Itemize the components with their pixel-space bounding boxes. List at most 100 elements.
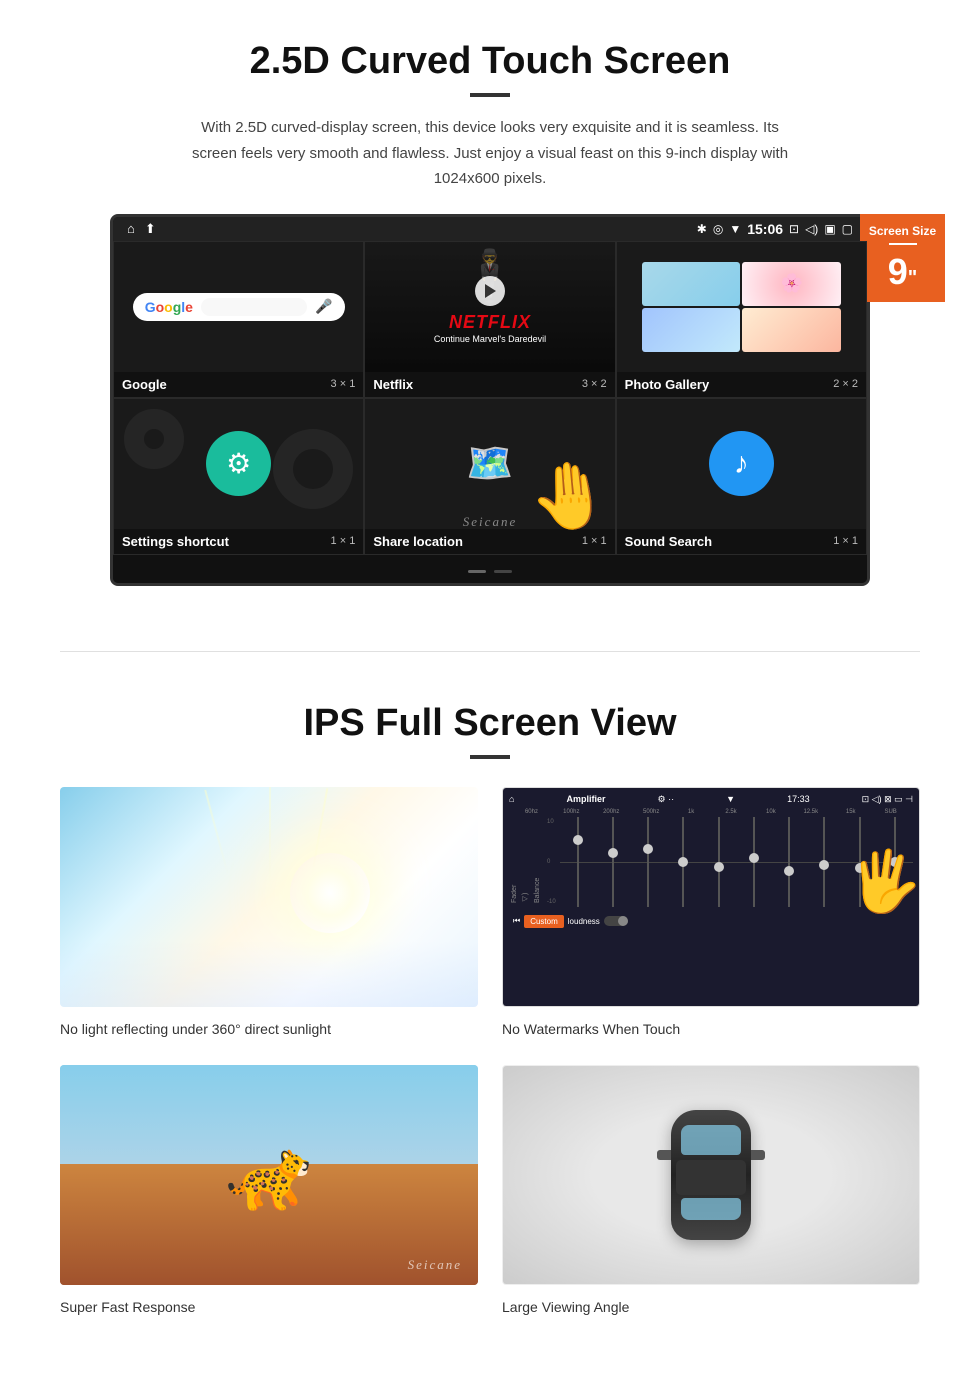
freq-500: 500hz [633,809,670,815]
freq-15k: 15k [832,809,869,815]
apps-grid-row1: Google 🎤 Google 3 × 1 [113,241,867,398]
photo-grid: 🌸 [642,262,841,352]
amplifier-image: ⌂ Amplifier ⚙ ·· ▼ 17:33 ⊡ ◁) ⊠ ▭ ⊣ 60hz… [502,787,920,1007]
title-divider-2 [470,755,510,759]
freq-1k: 1k [673,809,710,815]
title-divider [470,93,510,97]
eq-handle-4[interactable] [678,857,688,867]
photo-thumb-3 [642,308,741,352]
photo-thumb-2: 🌸 [742,262,841,306]
screen-size-value: 9" [868,252,937,292]
eq-handle-2[interactable] [608,848,618,858]
home-icon[interactable]: ⌂ [127,221,135,236]
amp-home-icon: ⌂ [509,794,514,804]
freq-10k: 10k [752,809,789,815]
amplifier-screen: ⌂ Amplifier ⚙ ·· ▼ 17:33 ⊡ ◁) ⊠ ▭ ⊣ 60hz… [503,788,919,1006]
device-screen: ⌂ ⬆ ✱ ◎ ▼ 15:06 ⊡ ◁) ▣ ▢ [110,214,870,586]
page-indicators [113,555,867,583]
eq-handle-6[interactable] [749,853,759,863]
sound-size: 1 × 1 [833,535,858,547]
amp-custom-button[interactable]: Custom [524,915,564,928]
netflix-bg: 🕴 NETFLIX Continue Marvel's Daredevil [365,242,614,372]
photos-size: 2 × 2 [833,378,858,390]
sound-label: Sound Search [625,534,712,549]
status-time: 15:06 [747,221,783,237]
app-cell-share[interactable]: 🗺️ 🤚 Share location 1 × 1 [364,398,615,555]
sound-app-label: Sound Search 1 × 1 [617,529,866,554]
google-search-bar-widget[interactable]: Google 🎤 [133,293,345,321]
light-ray-1 [204,789,229,875]
ips-screen-section: IPS Full Screen View No light reflecting… [0,682,980,1349]
feature-sunlight: No light reflecting under 360° direct su… [60,787,478,1041]
eq-bar-3 [632,817,664,907]
app-cell-photos[interactable]: 🌸 Photo Gallery 2 × 2 [616,241,867,398]
music-icon-wrap: ♪ [709,431,774,496]
usb-icon: ⬆ [145,221,156,237]
play-triangle-icon [485,284,496,298]
amp-scale: 10 0 -10 [543,817,560,907]
amp-labels: Balance ◁) Fader [509,817,543,907]
eq-handle-8[interactable] [819,860,829,870]
cheetah-watermark: Seicane [408,1257,462,1273]
app-cell-google[interactable]: Google 🎤 Google 3 × 1 [113,241,364,398]
sky-bottom-haze [60,941,478,1007]
amp-loudness-toggle[interactable] [604,916,628,926]
eq-handle-3[interactable] [643,844,653,854]
feature-touch: ⌂ Amplifier ⚙ ·· ▼ 17:33 ⊡ ◁) ⊠ ▭ ⊣ 60hz… [502,787,920,1041]
freq-2-5k: 2.5k [713,809,750,815]
sound-app-content: ♪ [617,399,866,529]
screen-size-label: Screen Size [869,224,936,238]
feature-grid: No light reflecting under 360° direct su… [60,787,920,1319]
battery-icon: ▣ [824,222,835,236]
touch-caption: No Watermarks When Touch [502,1017,920,1041]
device-mockup: Screen Size 9" ⌂ ⬆ ✱ ◎ ▼ 15:06 ⊡ ◁) ▣ [110,214,870,586]
eq-bar-2 [597,817,629,907]
mic-icon[interactable]: 🎤 [315,298,332,315]
amp-prev-icon[interactable]: ⏮ [513,916,520,926]
google-size: 3 × 1 [331,378,356,390]
car-image [502,1065,920,1285]
cheetah-icon: 🐆 [225,1134,312,1216]
location-icon: ◎ [713,222,723,236]
eq-bar-8 [808,817,840,907]
freq-sub: SUB [872,809,909,815]
balance-label: Balance [534,821,541,903]
eq-bars: 🖐 [560,817,913,907]
status-bar: ⌂ ⬆ ✱ ◎ ▼ 15:06 ⊡ ◁) ▣ ▢ [113,217,867,241]
eq-handle-7[interactable] [784,866,794,876]
netflix-content: NETFLIX Continue Marvel's Daredevil [434,270,546,344]
scale-minus10: -10 [547,899,556,905]
screen-size-badge: Screen Size 9" [860,214,945,302]
netflix-play-button[interactable] [475,276,505,306]
amp-top-bar: ⌂ Amplifier ⚙ ·· ▼ 17:33 ⊡ ◁) ⊠ ▭ ⊣ [509,794,913,805]
signal-icon: ▼ [729,222,741,236]
freq-100: 100hz [553,809,590,815]
car-rear-window [681,1198,741,1220]
netflix-label: Netflix [373,377,413,392]
fader-label: Fader [511,821,518,903]
amp-title: Amplifier [566,794,605,804]
amp-freq-labels: 60hz 100hz 200hz 500hz 1k 2.5k 10k 12.5k… [509,809,913,815]
google-logo: Google [145,299,193,315]
photos-app-content: 🌸 [617,242,866,372]
amp-signal: ▼ [726,794,735,804]
google-label: Google [122,377,167,392]
window-icon: ▢ [842,222,853,236]
maps-icon: 🗺️ [466,442,513,486]
app-cell-netflix[interactable]: 🕴 NETFLIX Continue Marvel's Daredevil [364,241,615,398]
curved-screen-section: 2.5D Curved Touch Screen With 2.5D curve… [0,0,980,621]
eq-bar-4 [667,817,699,907]
freq-12-5k: 12.5k [792,809,829,815]
settings-bg-circle-1 [124,409,184,469]
netflix-subtitle: Continue Marvel's Daredevil [434,334,546,344]
google-search-input[interactable] [201,298,307,316]
app-cell-sound[interactable]: ♪ Sound Search 1 × 1 [616,398,867,555]
eq-handle-5[interactable] [714,862,724,872]
settings-size: 1 × 1 [331,535,356,547]
app-cell-settings[interactable]: ⚙ Settings shortcut 1 × 1 [113,398,364,555]
seicane-watermark: Seicane [463,514,517,530]
apps-grid-row2: ⚙ Settings shortcut 1 × 1 🗺️ 🤚 [113,398,867,555]
car-visual [503,1066,919,1284]
photos-label: Photo Gallery [625,377,710,392]
eq-handle-1[interactable] [573,835,583,845]
